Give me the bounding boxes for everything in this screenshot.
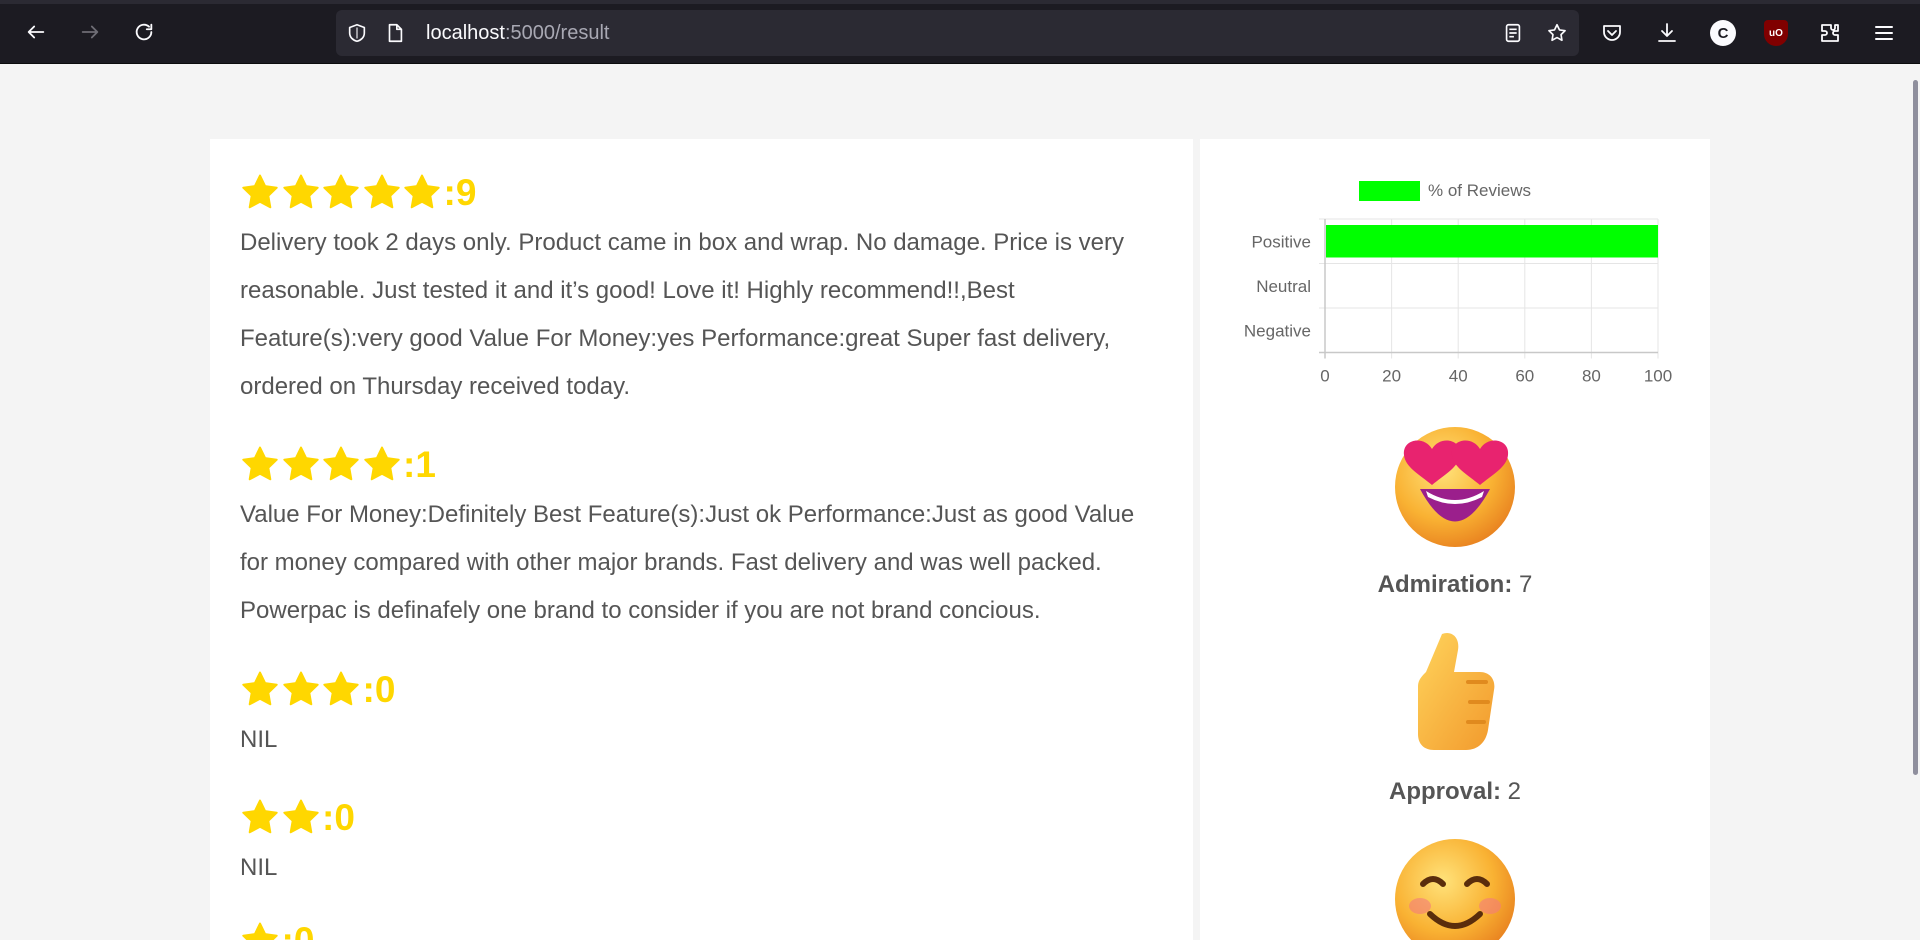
- star-rating: [240, 445, 402, 485]
- rating-line: :9: [240, 170, 1160, 216]
- star-icon: [362, 445, 402, 485]
- tracking-shield-icon[interactable]: [346, 22, 368, 44]
- review-text: Delivery took 2 days only. Product came …: [240, 229, 1124, 400]
- menu-hamburger-icon[interactable]: [1870, 19, 1898, 47]
- review-3-star: :0 NIL: [240, 667, 1160, 764]
- emotion-count: 7: [1512, 571, 1533, 598]
- url-text[interactable]: localhost:5000/result: [426, 22, 609, 45]
- review-text: Value For Money:Definitely Best Feature(…: [240, 501, 1135, 624]
- star-icon: [281, 445, 321, 485]
- star-rating: [240, 921, 281, 940]
- account-avatar-icon[interactable]: C: [1710, 20, 1736, 46]
- address-bar[interactable]: localhost:5000/result: [336, 10, 1579, 56]
- star-rating: [240, 670, 362, 710]
- x-tick-label: 20: [1382, 367, 1401, 386]
- x-tick-label: 100: [1644, 367, 1672, 386]
- rating-count: :0: [282, 918, 315, 940]
- y-tick-label: Positive: [1251, 232, 1311, 251]
- sentiment-bar-chart: % of Reviews 0 20 40 60 80 100 Positive Neutral N…: [1244, 181, 1672, 386]
- emotion-name: Admiration:: [1377, 571, 1513, 598]
- y-tick-label: Neutral: [1256, 277, 1311, 296]
- star-icon: [240, 173, 280, 213]
- reload-icon: [135, 23, 153, 41]
- page-scrollbar[interactable]: [1913, 80, 1918, 775]
- thumbs-up-emoji-icon: [1418, 632, 1495, 750]
- star-icon: [281, 670, 321, 710]
- x-tick-label: 60: [1515, 367, 1534, 386]
- emotion-count: 2: [1501, 778, 1522, 805]
- emotion-label: Approval: 2: [1200, 778, 1710, 806]
- x-tick-label: 80: [1582, 367, 1601, 386]
- legend-label[interactable]: % of Reviews: [1428, 181, 1531, 200]
- emotion-admiration: Admiration: 7: [1200, 419, 1710, 599]
- sentiment-panel: % of Reviews 0 20 40 60 80 100 Positive Neutral N…: [1200, 139, 1710, 940]
- star-icon: [321, 670, 361, 710]
- ublock-origin-icon[interactable]: uO: [1764, 20, 1788, 46]
- star-icon: [281, 798, 321, 838]
- star-rating: [240, 173, 443, 213]
- bar-positive[interactable]: [1326, 225, 1658, 258]
- rating-line: :0: [240, 918, 1160, 940]
- heart-eyes-emoji-icon: [1395, 427, 1515, 547]
- emotion-approval: Approval: 2: [1200, 626, 1710, 806]
- pocket-icon[interactable]: [1598, 19, 1626, 47]
- tab-strip-edge: [0, 0, 1920, 4]
- downloads-icon[interactable]: [1653, 19, 1681, 47]
- star-icon: [240, 921, 280, 940]
- bookmark-star-icon[interactable]: [1546, 22, 1568, 44]
- rating-line: :1: [240, 442, 1160, 488]
- review-4-star: :1 Value For Money:Definitely Best Featu…: [240, 442, 1160, 635]
- legend-swatch[interactable]: [1359, 181, 1420, 201]
- page-info-icon[interactable]: [384, 22, 406, 44]
- star-icon: [321, 173, 361, 213]
- emotion-smiling: [1200, 834, 1710, 940]
- star-icon: [240, 445, 280, 485]
- reader-view-icon[interactable]: [1502, 22, 1524, 44]
- reload-button[interactable]: [128, 16, 160, 48]
- star-icon: [281, 173, 321, 213]
- extensions-puzzle-icon[interactable]: [1816, 19, 1844, 47]
- back-button[interactable]: [20, 16, 52, 48]
- review-text: NIL: [240, 854, 278, 881]
- rating-line: :0: [240, 795, 1160, 841]
- review-1-star: :0: [240, 918, 1160, 940]
- review-text: NIL: [240, 726, 278, 753]
- emotion-label: Admiration: 7: [1200, 571, 1710, 599]
- rating-count: :9: [443, 172, 477, 213]
- browser-toolbar: localhost:5000/result C uO: [0, 0, 1920, 64]
- smiling-face-emoji-icon: [1395, 839, 1515, 940]
- rating-count: :1: [403, 444, 436, 485]
- star-icon: [402, 173, 442, 213]
- url-host: localhost: [426, 22, 505, 44]
- x-tick-label: 40: [1449, 367, 1468, 386]
- review-5-star: :9 Delivery took 2 days only. Product ca…: [240, 170, 1160, 411]
- reviews-panel: :9 Delivery took 2 days only. Product ca…: [210, 139, 1193, 940]
- star-icon: [362, 173, 402, 213]
- star-rating: [240, 798, 321, 838]
- forward-button[interactable]: [74, 16, 106, 48]
- emotion-name: Approval:: [1388, 778, 1501, 805]
- forward-arrow-icon: [81, 25, 99, 39]
- rating-line: :0: [240, 667, 1160, 713]
- star-icon: [321, 445, 361, 485]
- back-arrow-icon: [27, 25, 45, 39]
- y-tick-label: Negative: [1244, 321, 1311, 340]
- star-icon: [240, 798, 280, 838]
- url-path: :5000/result: [504, 22, 610, 44]
- rating-count: :0: [362, 669, 396, 710]
- x-tick-label: 0: [1320, 367, 1329, 386]
- rating-count: :0: [322, 797, 355, 838]
- star-icon: [240, 670, 280, 710]
- review-2-star: :0 NIL: [240, 795, 1160, 892]
